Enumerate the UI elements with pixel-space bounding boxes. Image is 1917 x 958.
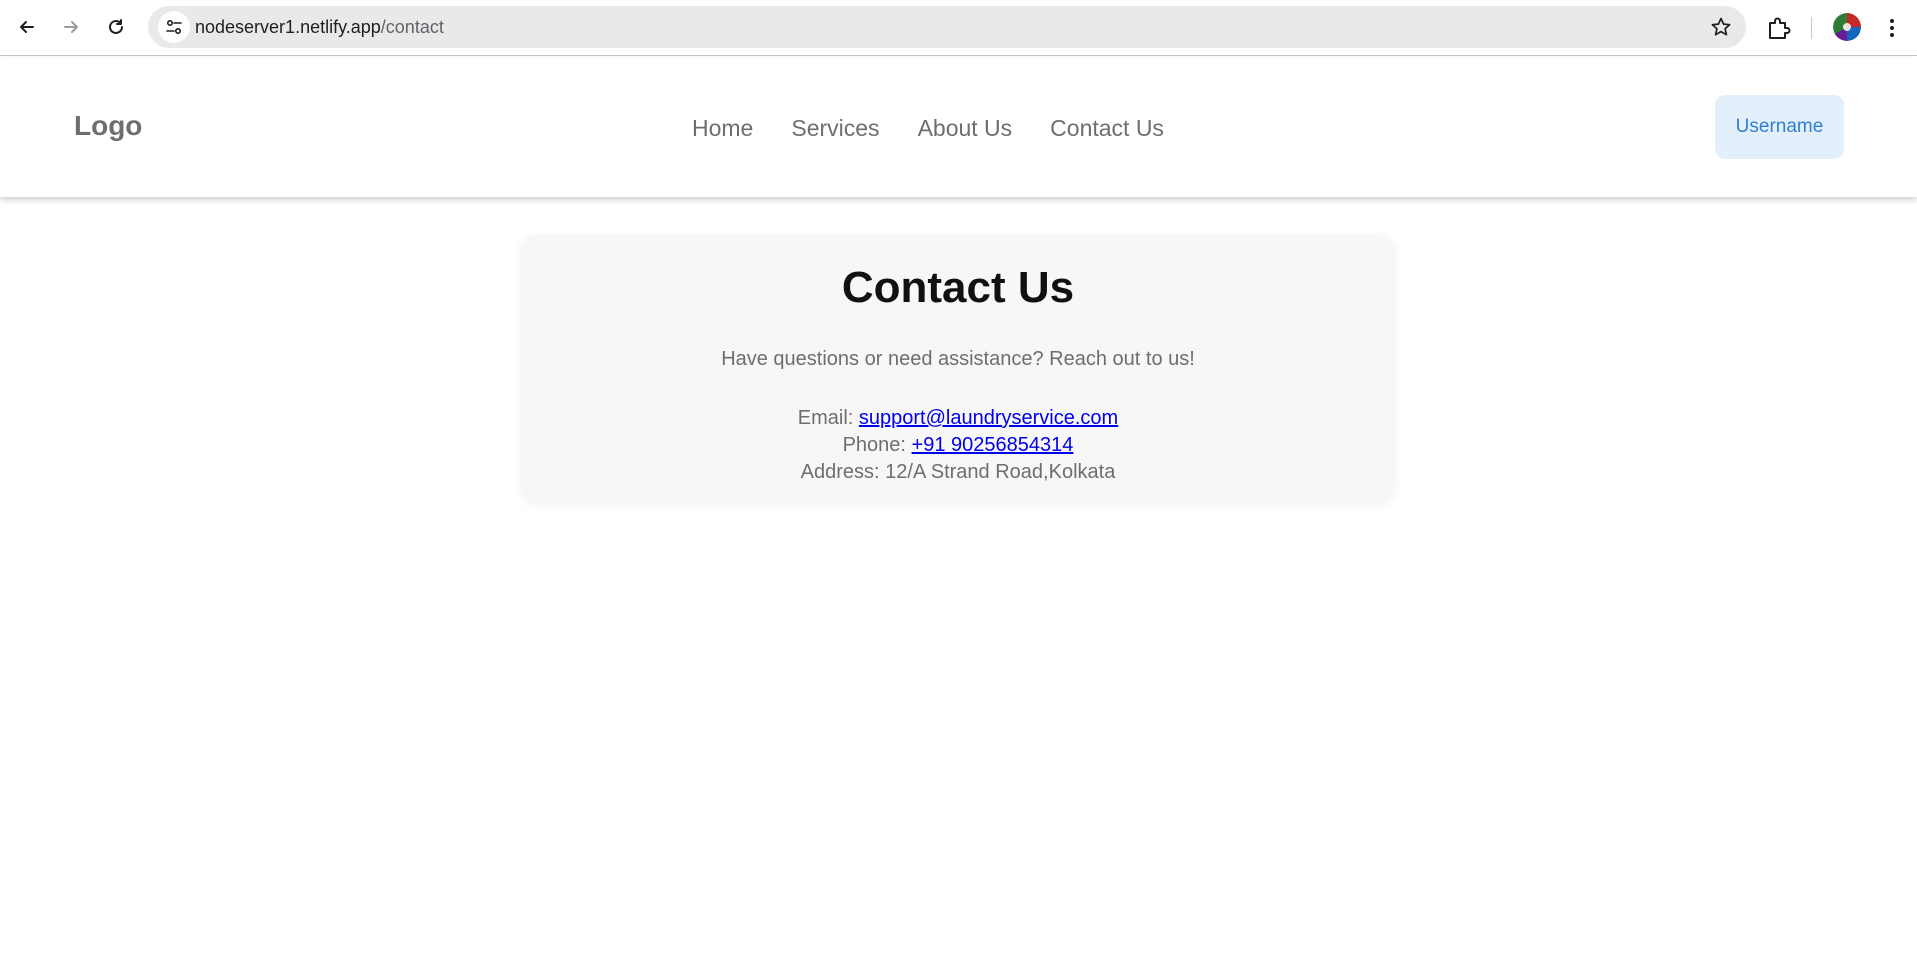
page-title: Contact Us — [841, 263, 1075, 312]
contact-info: Email: support@laundryservice.com Phone:… — [521, 405, 1395, 486]
toolbar-divider — [1811, 17, 1812, 39]
browser-toolbar: nodeserver1.netlify.app/contact — [0, 0, 1917, 56]
nav-about-link[interactable]: About Us — [918, 115, 1013, 142]
nav-contact-link[interactable]: Contact Us — [1050, 115, 1164, 142]
contact-tagline: Have questions or need assistance? Reach… — [721, 348, 1195, 370]
phone-line: Phone: +91 90256854314 — [521, 432, 1395, 459]
back-arrow-icon — [20, 21, 34, 33]
more-menu-icon[interactable] — [1880, 13, 1904, 43]
site-info-button[interactable] — [158, 11, 190, 43]
address-line: Address: 12/A Strand Road,Kolkata — [800, 461, 1116, 483]
contact-card: Contact Us Have questions or need assist… — [521, 235, 1395, 503]
nav-home-link[interactable]: Home — [692, 115, 753, 142]
url-path: /contact — [380, 17, 444, 37]
site-header: Logo Home Services About Us Contact Us U… — [0, 57, 1917, 197]
email-line: Email: support@laundryservice.com — [521, 405, 1395, 432]
logo[interactable]: Logo — [74, 110, 142, 142]
reload-button[interactable] — [100, 11, 132, 43]
site-info-icon — [166, 19, 182, 35]
phone-link[interactable]: +91 90256854314 — [912, 434, 1074, 456]
username-button[interactable]: Username — [1715, 95, 1844, 159]
forward-button[interactable] — [55, 11, 87, 43]
nav-services-link[interactable]: Services — [791, 115, 879, 142]
forward-arrow-icon — [64, 21, 78, 33]
email-label: Email: — [797, 407, 859, 429]
back-button[interactable] — [11, 11, 43, 43]
address-bar[interactable]: nodeserver1.netlify.app/contact — [148, 6, 1746, 48]
email-link[interactable]: support@laundryservice.com — [859, 407, 1118, 429]
bookmark-star-icon[interactable] — [1710, 16, 1732, 38]
reload-icon — [109, 19, 123, 34]
profile-avatar-icon[interactable] — [1833, 13, 1861, 41]
main-nav: Home Services About Us Contact Us — [692, 115, 1164, 142]
url-host: nodeserver1.netlify.app — [195, 17, 381, 37]
url-text[interactable]: nodeserver1.netlify.app/contact — [195, 17, 444, 38]
extensions-puzzle-icon[interactable] — [1764, 13, 1794, 43]
phone-label: Phone: — [842, 434, 912, 456]
